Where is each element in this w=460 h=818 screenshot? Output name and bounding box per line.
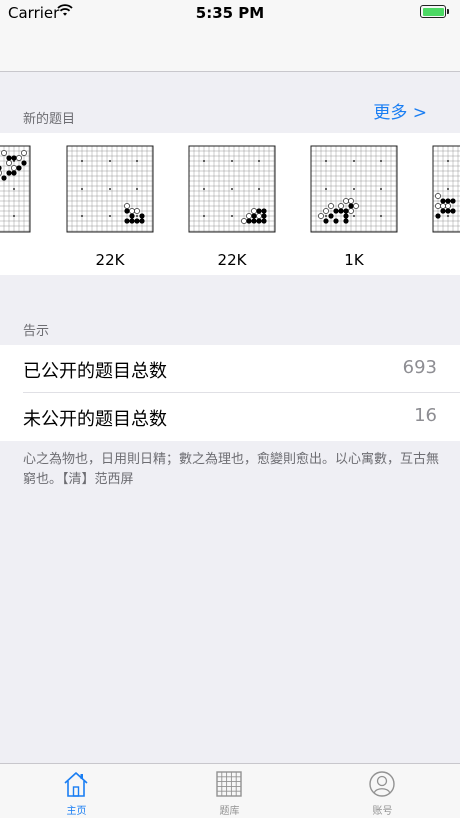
battery-icon	[420, 5, 449, 18]
row-label: 未公开的题目总数	[23, 409, 167, 430]
go-board-thumbnail	[0, 145, 31, 233]
more-link[interactable]: 更多 >	[373, 98, 427, 123]
row-label: 已公开的题目总数	[23, 361, 167, 382]
section-header-new-problems: 新的题目	[23, 112, 76, 127]
problem-rank: 1K	[344, 251, 364, 269]
tab-account[interactable]: 账号	[306, 764, 459, 818]
problem-rank: 22K	[217, 251, 247, 269]
row-value: 693	[402, 357, 437, 378]
go-board-thumbnail	[310, 145, 398, 233]
problem-rank: 22K	[95, 251, 125, 269]
problem-card[interactable]	[0, 145, 31, 265]
table-row-private-count: 未公开的题目总数 16	[0, 393, 460, 441]
user-icon	[369, 771, 395, 797]
go-board-thumbnail	[66, 145, 154, 233]
tab-label: 账号	[372, 806, 393, 817]
notice-table: 已公开的题目总数 693 未公开的题目总数 16	[0, 345, 460, 441]
clock: 5:35 PM	[195, 4, 265, 22]
tab-library[interactable]: 题库	[153, 764, 306, 818]
tab-home[interactable]: 主页	[0, 764, 153, 818]
section-header-notice: 告示	[23, 324, 50, 339]
problem-card[interactable]: 22K	[188, 145, 276, 269]
tab-label: 主页	[66, 806, 87, 817]
quote-footer: 心之為物也，日用則日精；數之為理也，愈變則愈出。以心寓數，互古無窮也。【清】范西…	[23, 452, 440, 487]
problem-card[interactable]: 22K	[66, 145, 154, 269]
tab-bar: 主页 题库 账号	[0, 763, 460, 818]
go-board-thumbnail	[432, 145, 460, 233]
table-row-public-count: 已公开的题目总数 693	[0, 345, 460, 393]
problem-card[interactable]: 1K	[310, 145, 398, 269]
row-value: 16	[414, 405, 437, 426]
navigation-bar	[0, 26, 460, 72]
problem-card[interactable]	[432, 145, 460, 265]
grid-icon	[216, 771, 242, 797]
home-icon	[64, 772, 88, 797]
status-bar: Carrier 5:35 PM	[0, 0, 460, 26]
new-problems-carousel[interactable]: 22K 22K 1K	[0, 133, 460, 275]
tab-label: 题库	[219, 806, 240, 817]
go-board-thumbnail	[188, 145, 276, 233]
